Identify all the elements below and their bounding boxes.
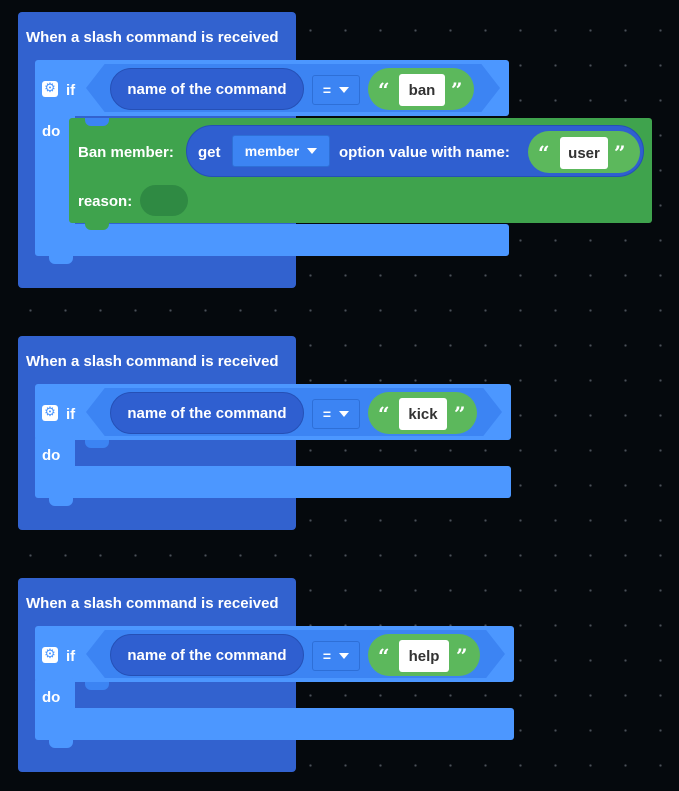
open-quote-icon: “ xyxy=(538,141,550,165)
event-title: When a slash command is received xyxy=(26,353,279,370)
open-quote-icon: “ xyxy=(378,644,390,668)
command-name-block[interactable]: name of the command xyxy=(110,634,304,676)
operator-label: = xyxy=(322,648,332,664)
option-name-field[interactable]: user xyxy=(560,137,608,169)
if-label: if xyxy=(66,648,76,665)
dropdown-value: member xyxy=(244,143,300,159)
if-label: if xyxy=(66,82,76,99)
empty-statement-notch xyxy=(85,440,109,448)
operator-label: = xyxy=(322,82,332,98)
string-value-field[interactable]: kick xyxy=(399,398,447,430)
if-label: if xyxy=(66,406,76,423)
open-quote-icon: “ xyxy=(378,78,390,102)
gear-icon[interactable]: ⚙ xyxy=(42,405,58,421)
gear-icon[interactable]: ⚙ xyxy=(42,81,58,97)
if-block-bottom xyxy=(35,708,514,740)
gear-icon[interactable]: ⚙ xyxy=(42,647,58,663)
caret-down-icon xyxy=(339,87,350,93)
operator-label: = xyxy=(322,406,332,422)
event-title: When a slash command is received xyxy=(26,595,279,612)
close-quote-icon: ” xyxy=(614,141,626,165)
string-value-field[interactable]: help xyxy=(399,640,449,672)
close-quote-icon: ” xyxy=(454,402,466,426)
event-title: When a slash command is received xyxy=(26,29,279,46)
reason-label: reason: xyxy=(78,193,133,210)
option-label: option value with name: xyxy=(339,144,510,161)
do-label: do xyxy=(42,123,61,140)
ban-block-top-notch xyxy=(85,118,109,126)
if-block-bottom xyxy=(35,466,511,498)
if-bottom-notch xyxy=(49,739,73,748)
ban-member-label: Ban member: xyxy=(78,144,174,161)
operator-dropdown[interactable]: = xyxy=(312,75,360,105)
caret-down-icon xyxy=(339,411,350,417)
do-label: do xyxy=(42,689,61,706)
if-bottom-notch xyxy=(49,255,73,264)
empty-statement-notch xyxy=(85,682,109,690)
caret-down-icon xyxy=(339,653,350,659)
open-quote-icon: “ xyxy=(378,402,390,426)
do-label: do xyxy=(42,447,61,464)
if-bottom-notch xyxy=(49,497,73,506)
ban-block-bottom-tab xyxy=(85,222,109,230)
operator-dropdown[interactable]: = xyxy=(312,399,360,429)
command-name-block[interactable]: name of the command xyxy=(110,392,304,434)
caret-down-icon xyxy=(307,148,318,154)
close-quote-icon: ” xyxy=(451,78,463,102)
close-quote-icon: ” xyxy=(456,644,468,668)
get-label: get xyxy=(198,144,221,161)
reason-input-slot[interactable] xyxy=(140,185,188,216)
command-name-block[interactable]: name of the command xyxy=(110,68,304,110)
member-dropdown[interactable]: member xyxy=(232,135,330,167)
operator-dropdown[interactable]: = xyxy=(312,641,360,671)
string-value-field[interactable]: ban xyxy=(399,74,445,106)
